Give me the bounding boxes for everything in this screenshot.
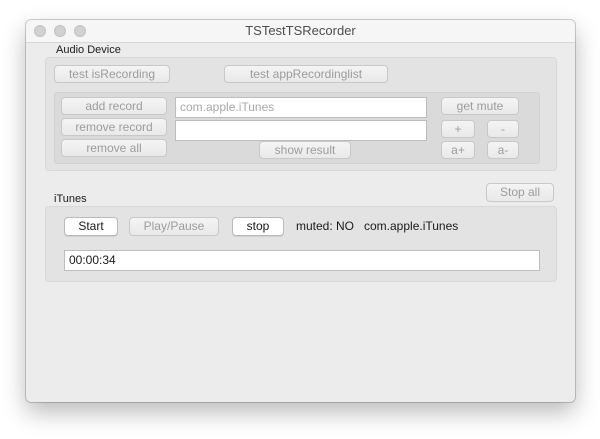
play-pause-button[interactable]: Play/Pause [129, 217, 219, 236]
itunes-label: iTunes [54, 193, 87, 205]
app-id-label: com.apple.iTunes [364, 219, 459, 233]
add-record-button[interactable]: add record [61, 97, 167, 115]
muted-status: muted: NO [296, 219, 355, 233]
itunes-group: Start Play/Pause stop muted: NO com.appl… [45, 206, 557, 282]
elapsed-time-field[interactable]: 00:00:34 [64, 250, 540, 271]
volume-up-button[interactable]: + [441, 120, 475, 138]
app-volume-up-button[interactable]: a+ [441, 141, 475, 159]
remove-all-button[interactable]: remove all [61, 139, 167, 157]
remove-record-button[interactable]: remove record [61, 118, 167, 136]
test-app-recording-list-button[interactable]: test appRecordinglist [224, 65, 388, 83]
record-controls-group: add record remove record remove all com.… [54, 92, 540, 164]
stop-all-button[interactable]: Stop all [486, 183, 554, 202]
app-window: TSTestTSRecorder Audio Device test isRec… [26, 20, 575, 402]
title-bar: TSTestTSRecorder [26, 20, 575, 43]
app-volume-down-button[interactable]: a- [487, 141, 519, 159]
stop-button[interactable]: stop [232, 217, 284, 236]
bundle-id-field[interactable]: com.apple.iTunes [175, 97, 427, 118]
start-button[interactable]: Start [64, 217, 118, 236]
volume-down-button[interactable]: - [487, 120, 519, 138]
test-is-recording-button[interactable]: test isRecording [54, 65, 170, 83]
result-field[interactable] [175, 120, 427, 141]
window-title: TSTestTSRecorder [245, 23, 356, 38]
show-result-button[interactable]: show result [259, 141, 351, 159]
audio-device-label: Audio Device [56, 44, 121, 56]
audio-device-group: test isRecording test appRecordinglist a… [45, 57, 557, 171]
get-mute-button[interactable]: get mute [441, 97, 519, 115]
